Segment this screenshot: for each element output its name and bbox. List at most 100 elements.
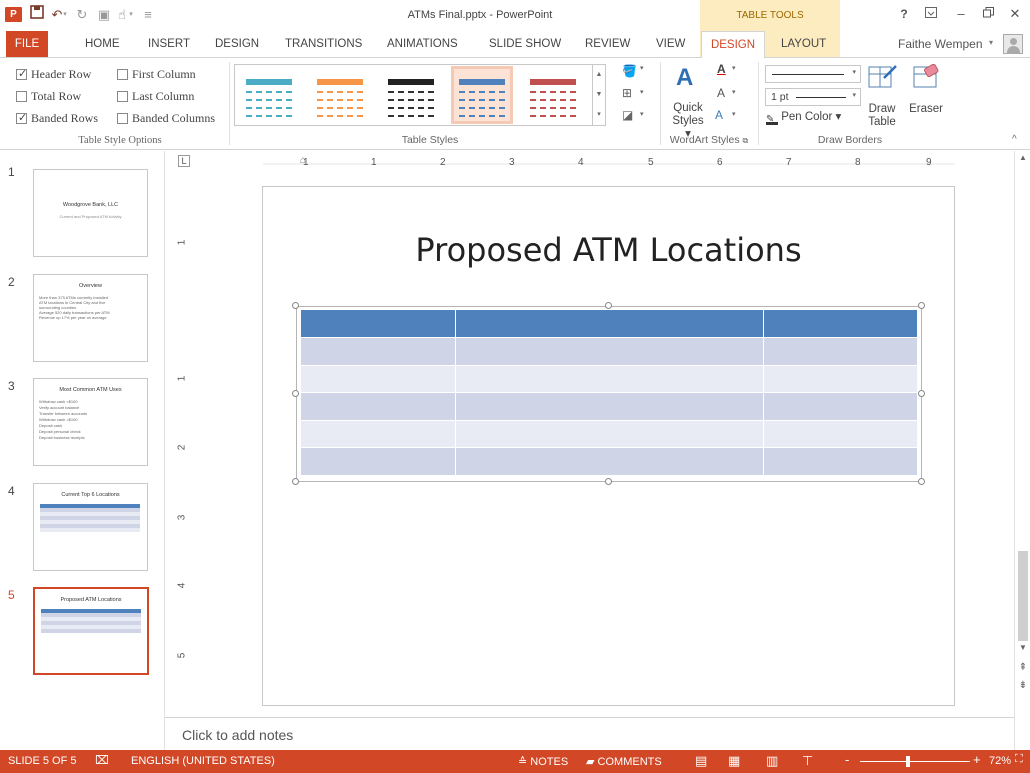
borders-icon[interactable]: ⊞ <box>622 86 632 100</box>
banded-columns-checkbox[interactable]: Banded Columns <box>117 110 215 126</box>
table-header-cell[interactable] <box>763 310 917 338</box>
checkbox[interactable] <box>16 91 27 102</box>
touch-dropdown-icon[interactable]: ▾ <box>126 5 136 25</box>
banded-rows-checkbox[interactable]: Banded Rows <box>16 110 98 126</box>
pen-color-button[interactable]: ✎ Pen Color ▾ <box>766 111 841 125</box>
table-style-option[interactable] <box>525 69 581 121</box>
tab-animations[interactable]: ANIMATIONS <box>387 31 458 57</box>
text-outline-icon[interactable]: A <box>717 86 725 100</box>
pen-style-dropdown[interactable]: ▾ <box>765 65 861 83</box>
gallery-scroll[interactable]: ▲ ▼ ▾ <box>592 65 605 125</box>
eraser-icon[interactable] <box>913 63 941 93</box>
zoom-out-button[interactable]: - <box>845 752 849 767</box>
tab-design[interactable]: DESIGN <box>215 31 259 57</box>
scroll-thumb[interactable] <box>1018 551 1028 641</box>
tab-insert[interactable]: INSERT <box>148 31 190 57</box>
slide-thumbnail-2[interactable]: Overview More than 375 ATMs currently in… <box>33 274 148 362</box>
vertical-ruler[interactable]: 1 1 2 3 4 5 <box>176 187 189 707</box>
gallery-up-icon[interactable]: ▲ <box>593 65 605 85</box>
notes-pane[interactable]: Click to add notes <box>165 717 1014 750</box>
reading-view-icon[interactable]: ▥ <box>766 753 778 769</box>
resize-handle[interactable] <box>292 478 299 485</box>
vertical-scrollbar[interactable]: ▲ ▼ ⇞ ⇟ <box>1014 151 1030 750</box>
presentation-start-icon[interactable]: ▣ <box>94 5 114 25</box>
effects-icon[interactable]: ◪ <box>622 108 633 122</box>
table-cell[interactable] <box>455 420 764 448</box>
first-line-indent-marker[interactable]: ⌂ <box>300 155 306 166</box>
table-cell[interactable] <box>455 447 764 476</box>
scroll-up-icon[interactable]: ▲ <box>1015 151 1030 165</box>
scroll-down-icon[interactable]: ▼ <box>1015 641 1030 655</box>
table-cell[interactable] <box>301 337 456 366</box>
quick-styles-icon[interactable]: A <box>676 64 693 92</box>
resize-handle[interactable] <box>605 478 612 485</box>
tab-slide-show[interactable]: SLIDE SHOW <box>489 31 561 57</box>
table-cell[interactable] <box>455 365 764 393</box>
next-slide-icon[interactable]: ⇟ <box>1015 679 1030 693</box>
dialog-launcher-icon[interactable]: ⧉ <box>743 136 749 145</box>
zoom-slider-knob[interactable] <box>906 756 910 767</box>
table-cell[interactable] <box>301 420 456 448</box>
slide-thumbnail-4[interactable]: Current Top 6 Locations <box>33 483 148 571</box>
text-effects-icon[interactable]: A <box>715 108 723 122</box>
table-header-cell[interactable] <box>455 310 764 338</box>
table-cell[interactable] <box>763 447 917 476</box>
table-style-option[interactable] <box>383 69 439 121</box>
resize-handle[interactable] <box>292 390 299 397</box>
avatar[interactable] <box>1003 34 1023 54</box>
slide-thumbnail-3[interactable]: Most Common ATM Uses Withdraw cash <$100… <box>33 378 148 466</box>
checkbox-checked[interactable] <box>16 66 27 82</box>
checkbox-checked[interactable] <box>16 110 27 126</box>
fit-to-window-icon[interactable]: ⛶ <box>1015 753 1023 766</box>
table-cell[interactable] <box>455 337 764 366</box>
borders-dropdown-icon[interactable]: ▾ <box>640 88 644 96</box>
previous-slide-icon[interactable]: ⇞ <box>1015 661 1030 675</box>
tab-table-design[interactable]: DESIGN <box>701 31 765 58</box>
slide-thumbnail-5[interactable]: Proposed ATM Locations <box>33 587 149 675</box>
zoom-level[interactable]: 72% <box>989 755 1011 767</box>
tab-file[interactable]: FILE <box>6 31 48 57</box>
table-cell[interactable] <box>301 392 456 421</box>
tab-transitions[interactable]: TRANSITIONS <box>285 31 362 57</box>
resize-handle[interactable] <box>918 390 925 397</box>
collapse-ribbon-icon[interactable]: ^ <box>1012 134 1017 145</box>
text-fill-dropdown-icon[interactable]: ▾ <box>732 64 736 72</box>
resize-handle[interactable] <box>292 302 299 309</box>
tab-table-layout[interactable]: LAYOUT <box>781 31 826 57</box>
table-styles-gallery[interactable]: ▲ ▼ ▾ <box>234 64 606 126</box>
checkbox[interactable] <box>117 69 128 80</box>
checkbox[interactable] <box>117 91 128 102</box>
table-cell[interactable] <box>301 447 456 476</box>
slide-counter[interactable]: SLIDE 5 OF 5 <box>8 755 76 767</box>
total-row-checkbox[interactable]: Total Row <box>16 88 81 104</box>
table-header-cell[interactable] <box>301 310 456 338</box>
user-dropdown-icon[interactable]: ▾ <box>989 38 993 47</box>
close-icon[interactable]: ✕ <box>1004 4 1026 24</box>
table-style-option[interactable] <box>451 66 513 124</box>
spell-check-icon[interactable]: ⌧ <box>95 753 109 767</box>
tab-review[interactable]: REVIEW <box>585 31 630 57</box>
help-icon[interactable]: ? <box>893 4 915 24</box>
minimize-icon[interactable]: – <box>950 4 972 24</box>
table-cell[interactable] <box>763 420 917 448</box>
undo-dropdown-icon[interactable]: ▾ <box>60 5 70 25</box>
table-cell[interactable] <box>455 392 764 421</box>
effects-dropdown-icon[interactable]: ▾ <box>640 110 644 118</box>
last-column-checkbox[interactable]: Last Column <box>117 88 194 104</box>
table-style-option[interactable] <box>312 69 368 121</box>
comments-toggle[interactable]: ▰ COMMENTS <box>586 755 662 768</box>
slide-title[interactable]: Proposed ATM Locations <box>263 231 954 269</box>
table-cell[interactable] <box>763 392 917 421</box>
gallery-more-icon[interactable]: ▾ <box>593 105 605 125</box>
slide-show-icon[interactable]: ⊤ <box>802 753 813 769</box>
draw-table-button[interactable]: Draw Table <box>862 103 902 129</box>
slide-canvas[interactable]: Proposed ATM Locations <box>262 186 955 706</box>
text-outline-dropdown-icon[interactable]: ▾ <box>732 88 736 96</box>
zoom-slider[interactable] <box>860 761 970 762</box>
save-icon[interactable] <box>27 5 47 25</box>
gallery-down-icon[interactable]: ▼ <box>593 85 605 105</box>
notes-placeholder[interactable]: Click to add notes <box>182 727 293 743</box>
slide-table[interactable] <box>301 310 917 476</box>
table-style-option[interactable] <box>241 69 297 121</box>
tab-selector[interactable]: L <box>178 155 190 167</box>
